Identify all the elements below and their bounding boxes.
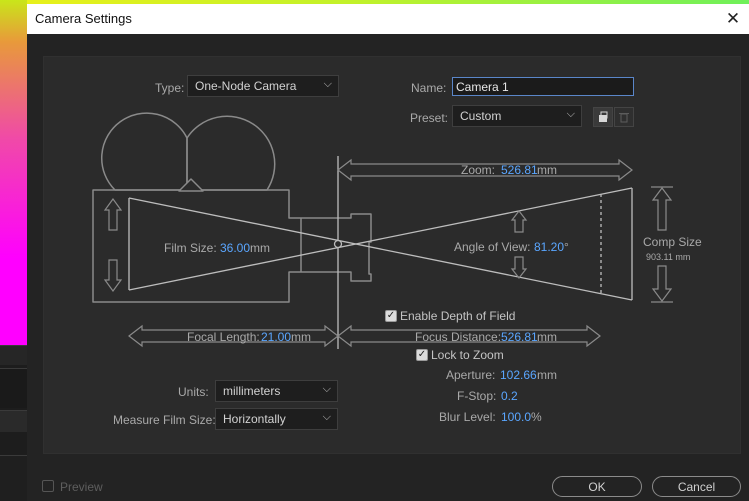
fstop-label: F-Stop: <box>457 389 497 403</box>
background-color-gradient <box>0 0 27 345</box>
chevron-down-icon: ⌵ <box>322 383 331 395</box>
background-row <box>0 345 27 365</box>
aperture-value[interactable]: 102.66 <box>500 368 537 382</box>
angle-up-arrow <box>510 210 528 233</box>
angle-of-view-value[interactable]: 81.20 <box>534 240 564 254</box>
viewfinder-triangle <box>178 178 204 192</box>
depth-of-field-checkbox[interactable]: ✓ <box>385 310 397 322</box>
focal-length-value[interactable]: 21.00 <box>261 330 291 344</box>
background-row <box>0 455 27 501</box>
depth-of-field-label: Enable Depth of Field <box>400 309 516 323</box>
background-row <box>0 410 27 432</box>
focal-length-label: Focal Length: <box>187 330 260 344</box>
delete-preset-button[interactable] <box>614 107 634 127</box>
camera-reel-left <box>101 112 188 191</box>
angle-of-view-unit: ° <box>564 240 569 254</box>
preview-checkbox[interactable] <box>42 480 54 492</box>
lock-to-zoom-label: Lock to Zoom <box>431 348 504 362</box>
aperture-unit: mm <box>537 368 557 382</box>
units-label: Units: <box>178 385 209 399</box>
chevron-down-icon: ⌵ <box>566 108 575 120</box>
film-size-label: Film Size: <box>164 241 217 255</box>
preview-label: Preview <box>60 480 103 494</box>
focal-point <box>333 239 343 249</box>
focus-distance-unit: mm <box>537 330 557 344</box>
zoom-label: Zoom: <box>461 163 496 177</box>
comp-size-label: Comp Size <box>643 235 702 249</box>
measure-film-size-label: Measure Film Size: <box>113 413 216 427</box>
units-value: millimeters <box>223 384 281 398</box>
chevron-down-icon: ⌵ <box>323 78 332 90</box>
film-up-arrow <box>103 197 123 231</box>
units-dropdown[interactable]: millimeters ⌵ <box>215 380 338 402</box>
cancel-button[interactable]: Cancel <box>652 476 741 497</box>
type-value: One-Node Camera <box>195 79 297 93</box>
film-down-arrow <box>103 259 123 293</box>
preset-label: Preset: <box>410 111 449 125</box>
trash-icon <box>619 113 629 123</box>
camera-settings-dialog: Camera Settings ✕ Type: One-Node Camera … <box>27 4 749 501</box>
measure-film-size-value: Horizontally <box>223 412 286 426</box>
camera-reel-right <box>186 115 276 191</box>
save-preset-icon <box>599 111 608 122</box>
focal-length-unit: mm <box>291 330 311 344</box>
comp-up-arrow <box>651 187 673 231</box>
chevron-down-icon: ⌵ <box>322 411 331 423</box>
zoom-unit: mm <box>537 163 557 177</box>
lock-to-zoom-checkbox[interactable]: ✓ <box>416 349 428 361</box>
fstop-value[interactable]: 0.2 <box>501 389 518 403</box>
name-label: Name: <box>411 81 447 95</box>
aperture-label: Aperture: <box>446 368 496 382</box>
type-dropdown[interactable]: One-Node Camera ⌵ <box>187 75 339 97</box>
name-field[interactable] <box>452 77 634 96</box>
angle-of-view-label: Angle of View: <box>454 240 531 254</box>
preset-value: Custom <box>460 109 502 123</box>
type-label: Type: <box>155 81 185 95</box>
film-size-unit: mm <box>250 241 270 255</box>
focus-distance-label: Focus Distance: <box>415 330 502 344</box>
comp-down-arrow <box>651 265 673 302</box>
frustum-line <box>128 187 633 291</box>
angle-down-arrow <box>510 256 528 279</box>
ok-button[interactable]: OK <box>552 476 642 497</box>
zoom-value[interactable]: 526.81 <box>501 163 538 177</box>
background-row <box>0 368 27 408</box>
blur-level-value[interactable]: 100.0 <box>501 410 531 424</box>
preset-dropdown[interactable]: Custom ⌵ <box>452 105 582 127</box>
focus-distance-value[interactable]: 526.81 <box>501 330 538 344</box>
blur-level-label: Blur Level: <box>439 410 496 424</box>
comp-size-value[interactable]: 903.11 mm <box>646 252 690 262</box>
blur-level-unit: % <box>531 410 542 424</box>
film-size-value[interactable]: 36.00 <box>220 241 250 255</box>
save-preset-button[interactable] <box>593 107 613 127</box>
measure-film-size-dropdown[interactable]: Horizontally ⌵ <box>215 408 338 430</box>
